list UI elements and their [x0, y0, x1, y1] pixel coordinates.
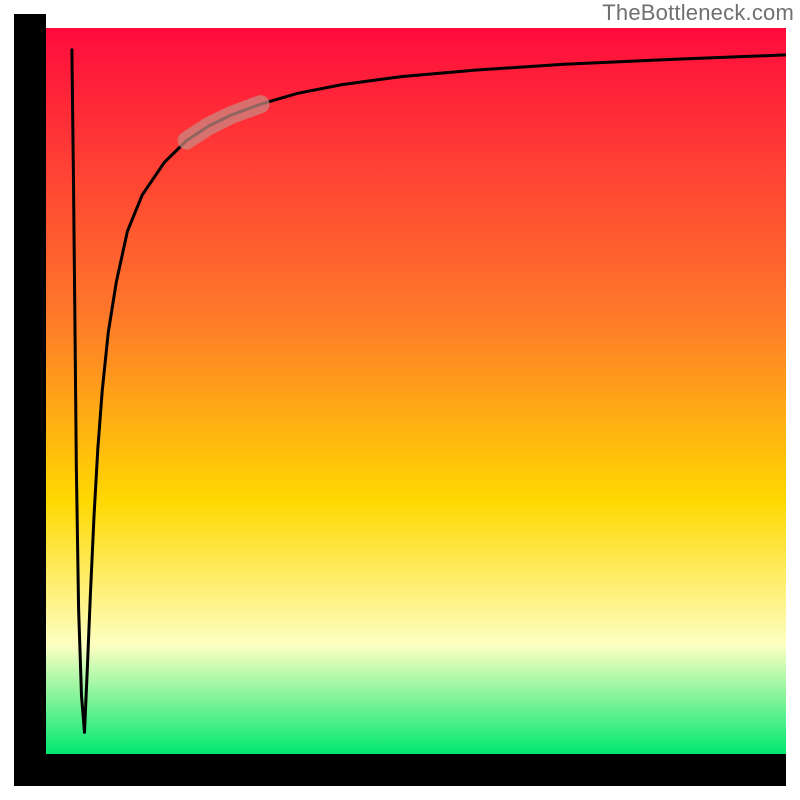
chart-svg [0, 0, 800, 800]
x-axis [14, 754, 786, 786]
chart-frame: TheBottleneck.com [0, 0, 800, 800]
watermark-text: TheBottleneck.com [602, 0, 794, 26]
y-axis [14, 14, 46, 786]
plot-background [46, 28, 786, 754]
